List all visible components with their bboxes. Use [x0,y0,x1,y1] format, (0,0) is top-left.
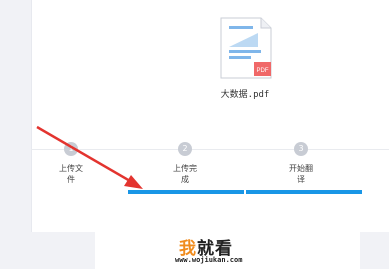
red-arrow-annotation [36,125,143,189]
watermark-url: www.wojiukan.com [175,256,243,264]
watermark: 我就看 www.wojiukan.com [95,232,360,269]
